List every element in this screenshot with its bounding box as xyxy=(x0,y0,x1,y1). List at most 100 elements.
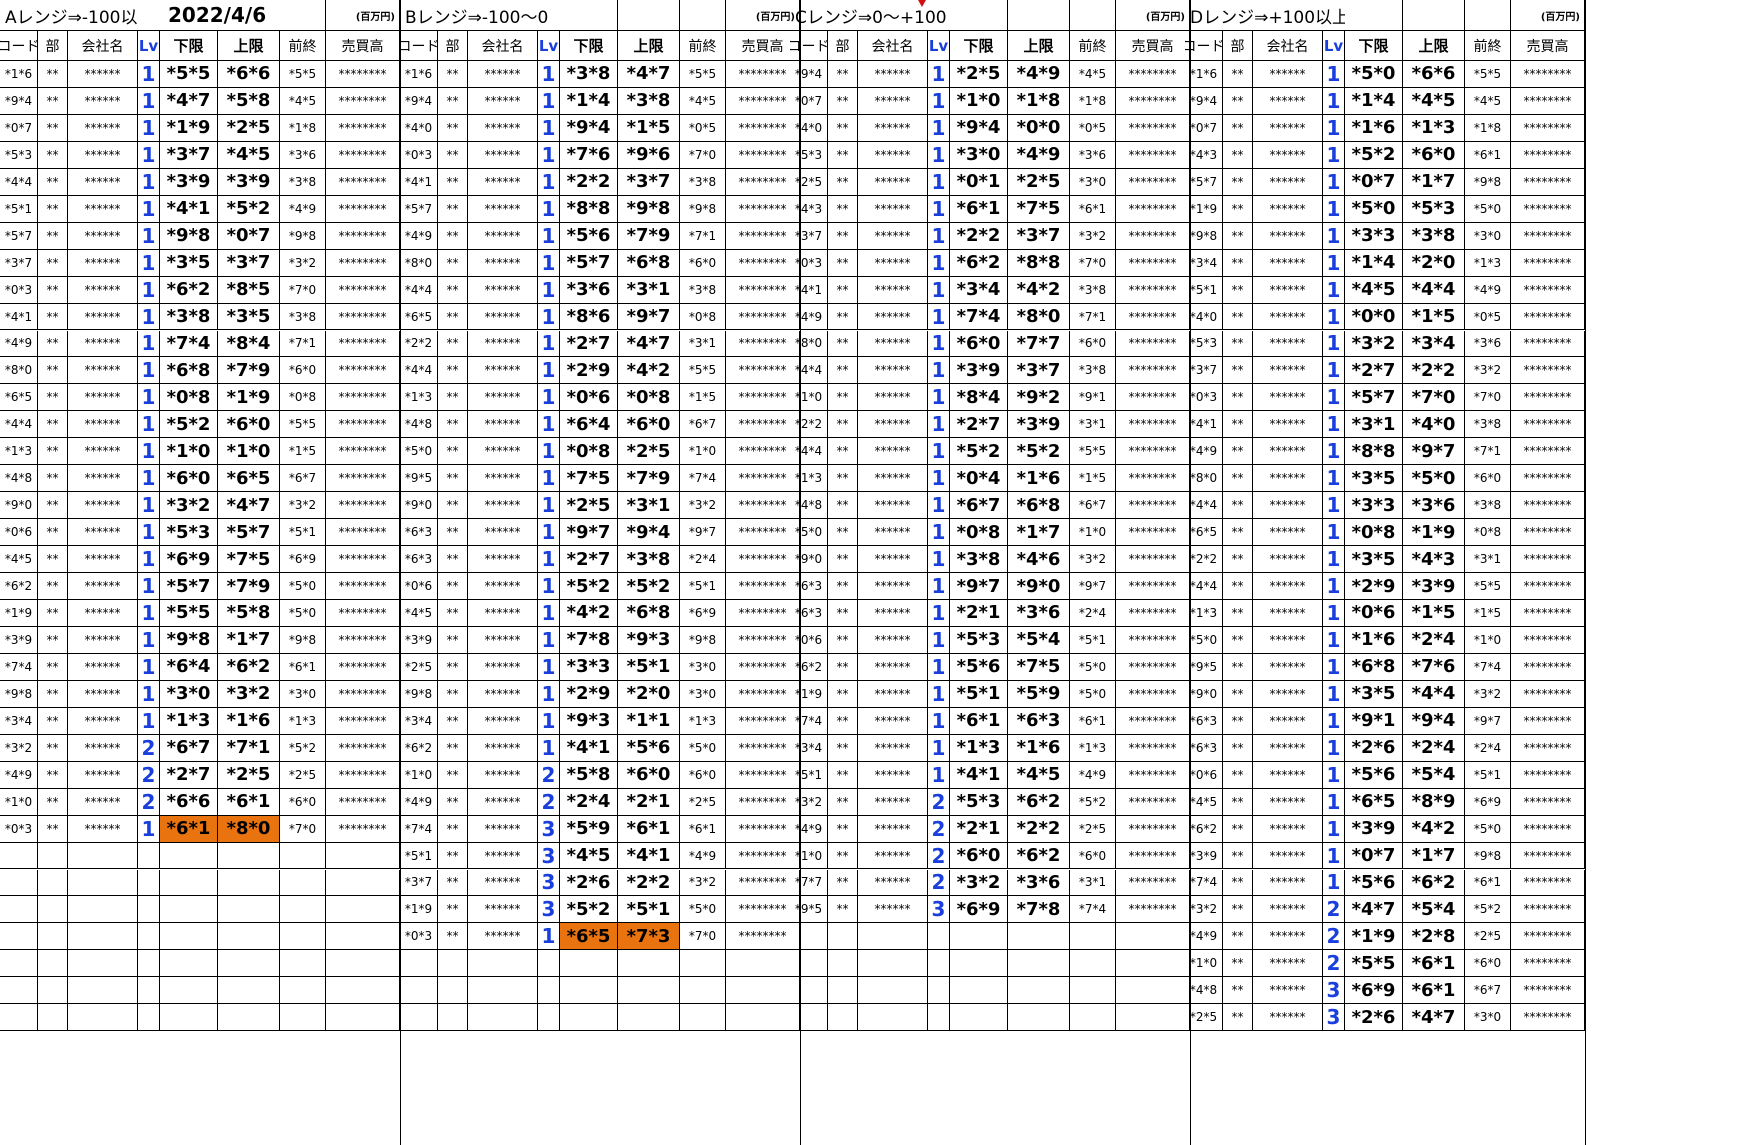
cell-high[interactable]: *5*7 xyxy=(218,519,280,547)
cell-low[interactable]: *4*5 xyxy=(560,842,618,870)
cell-low[interactable]: *3*2 xyxy=(1345,330,1403,358)
cell-high[interactable]: *1*9 xyxy=(1403,519,1465,547)
cell-prev[interactable]: *4*9 xyxy=(1465,276,1511,304)
cell-high[interactable]: *1*8 xyxy=(1008,87,1070,115)
cell-dept[interactable]: ** xyxy=(1223,249,1253,277)
cell-code[interactable]: *7*4 xyxy=(400,815,438,843)
cell-low[interactable]: *3*1 xyxy=(1345,411,1403,439)
empty-cell[interactable] xyxy=(160,1004,218,1032)
cell-vol[interactable]: ******** xyxy=(726,734,800,762)
cell-high[interactable]: *6*3 xyxy=(1008,707,1070,735)
cell-vol[interactable]: ******** xyxy=(1511,519,1585,547)
cell-high[interactable]: *5*2 xyxy=(618,573,680,600)
cell-dept[interactable]: ** xyxy=(438,249,468,277)
cell-dept[interactable]: ** xyxy=(38,734,68,762)
cell-high[interactable]: *4*3 xyxy=(1403,546,1465,574)
cell-name[interactable]: ****** xyxy=(858,626,928,654)
cell-dept[interactable]: ** xyxy=(438,384,468,412)
cell-prev[interactable]: *5*0 xyxy=(1070,653,1116,681)
cell-vol[interactable]: ******** xyxy=(726,896,800,924)
cell-code[interactable]: *6*5 xyxy=(1185,519,1223,547)
cell-name[interactable]: ****** xyxy=(858,141,928,169)
cell-prev[interactable]: *1*5 xyxy=(280,438,326,466)
cell-lv[interactable]: 2 xyxy=(928,842,950,870)
cell-dept[interactable]: ** xyxy=(1223,977,1253,1005)
cell-low[interactable]: *3*2 xyxy=(160,492,218,520)
cell-low[interactable]: *2*5 xyxy=(950,61,1008,88)
cell-prev[interactable]: *3*2 xyxy=(1070,222,1116,250)
cell-dept[interactable]: ** xyxy=(828,141,858,169)
cell-name[interactable]: ****** xyxy=(858,114,928,142)
empty-cell[interactable] xyxy=(438,1004,468,1032)
cell-dept[interactable]: ** xyxy=(1223,330,1253,358)
cell-code[interactable]: *4*5 xyxy=(0,546,38,574)
cell-lv[interactable]: 1 xyxy=(1323,600,1345,627)
cell-high[interactable]: *7*8 xyxy=(1008,896,1070,924)
empty-cell[interactable] xyxy=(280,842,326,870)
cell-code[interactable]: *9*5 xyxy=(790,896,828,924)
cell-dept[interactable]: ** xyxy=(828,707,858,735)
cell-vol[interactable]: ******** xyxy=(1511,653,1585,681)
cell-prev[interactable]: *3*0 xyxy=(1465,222,1511,250)
cell-code[interactable]: *4*9 xyxy=(790,303,828,331)
empty-cell[interactable] xyxy=(218,950,280,978)
cell-name[interactable]: ****** xyxy=(858,573,928,600)
cell-dept[interactable]: ** xyxy=(38,168,68,196)
cell-high[interactable]: *9*7 xyxy=(618,303,680,331)
cell-high[interactable]: *3*8 xyxy=(618,87,680,115)
cell-name[interactable]: ****** xyxy=(468,761,538,789)
cell-low[interactable]: *3*5 xyxy=(1345,680,1403,708)
cell-lv[interactable]: 1 xyxy=(1323,707,1345,735)
cell-prev[interactable]: *3*0 xyxy=(280,680,326,708)
cell-code[interactable]: *9*0 xyxy=(0,492,38,520)
cell-name[interactable]: ****** xyxy=(858,249,928,277)
cell-low[interactable]: *3*0 xyxy=(950,141,1008,169)
cell-high[interactable]: *6*1 xyxy=(1403,977,1465,1005)
cell-lv[interactable]: 1 xyxy=(138,546,160,574)
cell-dept[interactable]: ** xyxy=(38,653,68,681)
cell-dept[interactable]: ** xyxy=(38,114,68,142)
empty-cell[interactable] xyxy=(560,1004,618,1032)
cell-dept[interactable]: ** xyxy=(1223,546,1253,574)
cell-name[interactable]: ****** xyxy=(858,680,928,708)
cell-code[interactable]: *4*4 xyxy=(0,411,38,439)
cell-high[interactable]: *5*1 xyxy=(618,653,680,681)
cell-high[interactable]: *6*6 xyxy=(218,61,280,88)
cell-code[interactable]: *3*9 xyxy=(1185,842,1223,870)
cell-dept[interactable]: ** xyxy=(1223,357,1253,385)
cell-prev[interactable]: *6*9 xyxy=(680,600,726,627)
empty-cell[interactable] xyxy=(1070,923,1116,951)
cell-low[interactable]: *1*3 xyxy=(950,734,1008,762)
cell-vol[interactable]: ******** xyxy=(1511,222,1585,250)
cell-name[interactable]: ****** xyxy=(1253,761,1323,789)
cell-dept[interactable]: ** xyxy=(828,61,858,88)
cell-high[interactable]: *0*7 xyxy=(218,222,280,250)
cell-prev[interactable]: *2*4 xyxy=(1070,600,1116,627)
cell-name[interactable]: ****** xyxy=(468,707,538,735)
cell-low[interactable]: *2*7 xyxy=(560,546,618,574)
cell-vol[interactable]: ******** xyxy=(326,546,400,574)
empty-cell[interactable] xyxy=(326,1004,400,1032)
empty-cell[interactable] xyxy=(950,1004,1008,1032)
cell-high[interactable]: *3*8 xyxy=(1403,222,1465,250)
cell-name[interactable]: ****** xyxy=(68,384,138,412)
cell-high[interactable]: *4*4 xyxy=(1403,680,1465,708)
cell-dept[interactable]: ** xyxy=(1223,384,1253,412)
cell-name[interactable]: ****** xyxy=(858,168,928,196)
cell-lv[interactable]: 1 xyxy=(138,87,160,115)
title-filler[interactable] xyxy=(560,0,618,31)
cell-prev[interactable]: *6*7 xyxy=(680,411,726,439)
cell-high[interactable]: *1*5 xyxy=(1403,600,1465,627)
cell-high[interactable]: *3*8 xyxy=(618,546,680,574)
empty-cell[interactable] xyxy=(0,896,38,924)
cell-vol[interactable]: ******** xyxy=(726,222,800,250)
cell-code[interactable]: *4*1 xyxy=(790,276,828,304)
empty-cell[interactable] xyxy=(950,977,1008,1005)
cell-dept[interactable]: ** xyxy=(828,438,858,466)
cell-vol[interactable]: ******** xyxy=(1116,384,1190,412)
cell-high[interactable]: *8*0 xyxy=(218,815,280,843)
cell-name[interactable]: ****** xyxy=(468,626,538,654)
cell-lv[interactable]: 1 xyxy=(1323,357,1345,385)
cell-name[interactable]: ****** xyxy=(468,438,538,466)
empty-cell[interactable] xyxy=(1116,950,1190,978)
